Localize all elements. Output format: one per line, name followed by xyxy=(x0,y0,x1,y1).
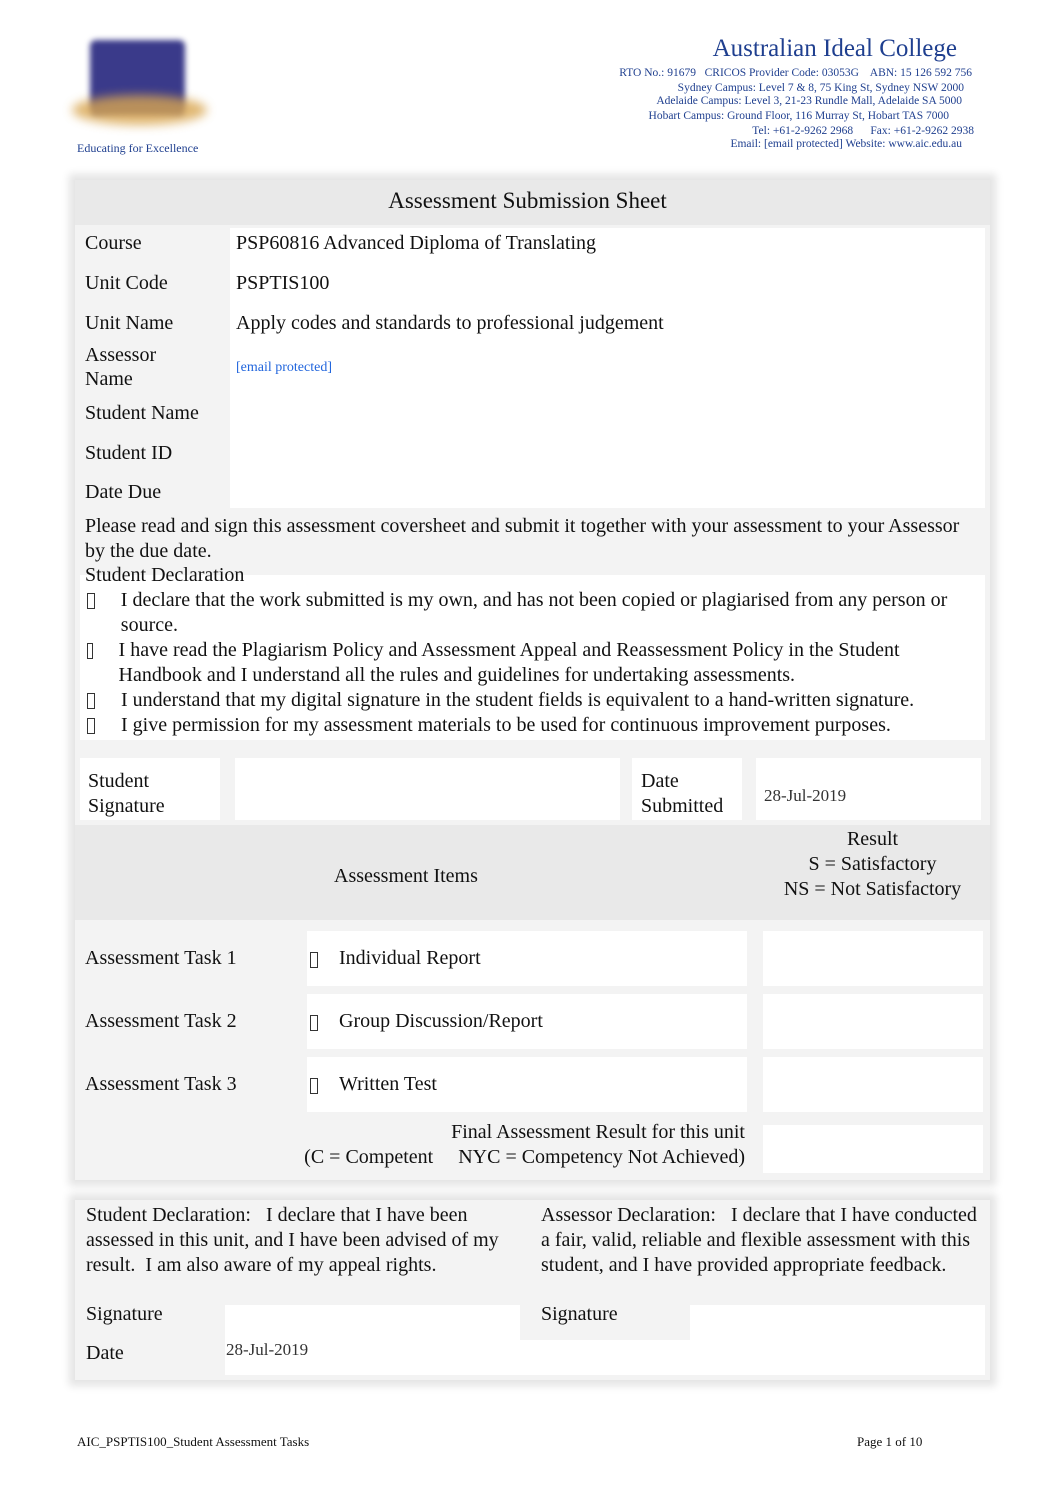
declaration-item: I understand that my digital signature i… xyxy=(85,688,980,713)
unit-name-label: Unit Name xyxy=(85,312,174,334)
contact-phone: Tel: +61-2-9262 2968 Fax: +61-2-9262 293… xyxy=(752,125,974,137)
final-result-field[interactable] xyxy=(763,1125,983,1173)
document-page: Educating for Excellence Australian Idea… xyxy=(0,0,1062,1506)
sydney-campus: Sydney Campus: Level 7 & 8, 75 King St, … xyxy=(677,82,964,94)
student-id-field[interactable] xyxy=(236,438,976,468)
date-due-field[interactable] xyxy=(236,477,976,507)
college-logo xyxy=(72,35,207,140)
declaration-title: Student Declaration xyxy=(85,564,245,586)
course-value: PSP60816 Advanced Diploma of Translating xyxy=(236,232,597,254)
sheet-title: Assessment Submission Sheet xyxy=(388,188,667,213)
assessor-email-link[interactable]: [email protected] xyxy=(236,360,332,376)
date-label: Date xyxy=(86,1342,124,1364)
student-id-label: Student ID xyxy=(85,442,173,464)
task-result-field[interactable] xyxy=(763,1057,983,1112)
checkbox-icon xyxy=(310,1015,318,1031)
date-value: 28-Jul-2019 xyxy=(226,1340,309,1359)
college-name: Australian Ideal College xyxy=(712,35,957,62)
student-signature-label: Student Signature xyxy=(88,770,165,817)
rto-line: RTO No.: 91679 CRICOS Provider Code: 030… xyxy=(619,67,972,79)
course-label: Course xyxy=(85,232,142,254)
checkbox-icon xyxy=(87,718,95,734)
declaration-list: I declare that the work submitted is my … xyxy=(85,588,980,738)
checkbox-icon xyxy=(310,952,318,968)
task-row: Assessment Task 2 Group Discussion/Repor… xyxy=(75,991,990,1051)
student-name-label: Student Name xyxy=(85,402,199,424)
date-submitted-value: 28-Jul-2019 xyxy=(764,786,847,805)
student-signature-field[interactable] xyxy=(235,758,620,820)
final-result-label: Final Assessment Result for this unit (C… xyxy=(304,1121,745,1168)
instructions: Please read and sign this assessment cov… xyxy=(85,515,960,562)
checkbox-icon xyxy=(87,693,95,709)
assessor-name-label: Assessor Name xyxy=(85,344,157,390)
task-row: Assessment Task 1 Individual Report xyxy=(75,928,990,988)
assessor-declaration: Assessor Declaration: I declare that I h… xyxy=(541,1204,982,1276)
date-submitted-label: Date Submitted xyxy=(641,770,724,817)
declaration-item: I have read the Plagiarism Policy and As… xyxy=(85,638,980,688)
logo-tagline: Educating for Excellence xyxy=(77,141,199,155)
student-declaration: Student Declaration: I declare that I ha… xyxy=(86,1204,504,1276)
footer-doc-name: AIC_PSPTIS100_Student Assessment Tasks xyxy=(77,1434,310,1449)
checkbox-icon xyxy=(87,643,93,659)
student-name-field[interactable] xyxy=(236,398,976,428)
adelaide-campus: Adelaide Campus: Level 3, 21-23 Rundle M… xyxy=(656,95,962,107)
task-row: Assessment Task 3 Written Test xyxy=(75,1054,990,1114)
task-result-field[interactable] xyxy=(763,994,983,1049)
unit-name-value: Apply codes and standards to professiona… xyxy=(236,312,664,334)
student-signature-label: Signature xyxy=(86,1303,163,1325)
result-header: Result S = Satisfactory NS = Not Satisfa… xyxy=(783,828,962,900)
task-result-field[interactable] xyxy=(763,931,983,986)
assessor-signature-field[interactable] xyxy=(690,1305,985,1340)
student-signoff-signature-field[interactable] xyxy=(225,1305,520,1340)
checkbox-icon xyxy=(87,593,95,609)
declaration-item: I declare that the work submitted is my … xyxy=(85,588,980,638)
assessment-items-header: Assessment Items xyxy=(334,865,478,887)
declaration-item: I give permission for my assessment mate… xyxy=(85,713,980,738)
hobart-campus: Hobart Campus: Ground Floor, 116 Murray … xyxy=(648,110,949,122)
date-due-label: Date Due xyxy=(85,481,162,503)
footer-page-number: Page 1 of 10 xyxy=(857,1434,923,1449)
contact-email: Email: [email protected] Website: www.ai… xyxy=(730,138,962,150)
checkbox-icon xyxy=(310,1078,318,1094)
assessor-signature-label: Signature xyxy=(541,1303,618,1325)
unit-code-label: Unit Code xyxy=(85,272,168,294)
unit-code-value: PSPTIS100 xyxy=(236,272,330,294)
